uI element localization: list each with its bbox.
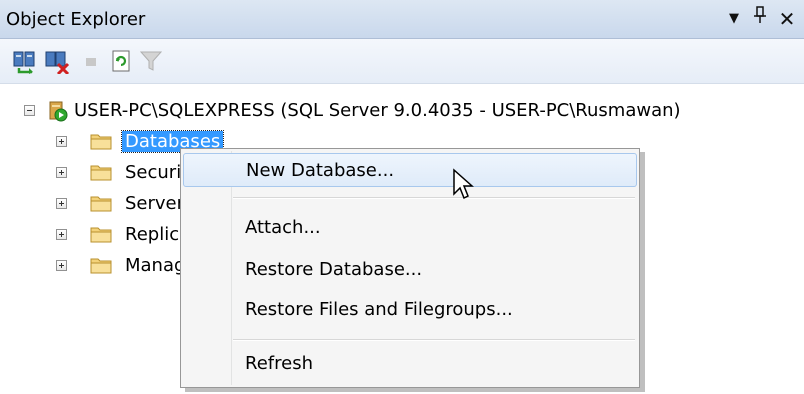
tree-node-replication[interactable]: Replication xyxy=(0,220,225,250)
menu-separator xyxy=(233,339,635,341)
menu-label: Restore Database... xyxy=(245,259,423,280)
menu-item-attach[interactable]: Attach... xyxy=(183,211,637,245)
tree-node-server[interactable]: USER-PC\SQLEXPRESS (SQL Server 9.0.4035 … xyxy=(0,96,804,126)
disconnect-icon[interactable] xyxy=(44,48,70,76)
menu-label: Attach... xyxy=(245,217,321,238)
context-menu: New Database... Attach... Restore Databa… xyxy=(180,148,640,388)
close-icon[interactable]: ✕ xyxy=(775,6,799,32)
server-label: USER-PC\SQLEXPRESS (SQL Server 9.0.4035 … xyxy=(74,100,681,121)
expand-icon[interactable] xyxy=(56,136,67,147)
expand-icon[interactable] xyxy=(56,229,67,240)
menu-label: Refresh xyxy=(245,353,313,374)
menu-label: Restore Files and Filegroups... xyxy=(245,299,513,320)
menu-item-new-database[interactable]: New Database... xyxy=(183,153,637,187)
folder-icon xyxy=(90,225,112,243)
expand-icon[interactable] xyxy=(56,198,67,209)
tree-node-server-objects[interactable]: Server Objects xyxy=(0,189,258,219)
mouse-pointer-icon xyxy=(452,168,476,204)
tree-node-management[interactable]: Management xyxy=(0,251,244,281)
connect-icon[interactable] xyxy=(12,48,38,74)
menu-item-refresh[interactable]: Refresh xyxy=(183,347,637,381)
folder-icon xyxy=(90,194,112,212)
menu-separator xyxy=(233,197,635,199)
folder-icon xyxy=(90,132,112,150)
stop-icon xyxy=(78,48,104,74)
expand-icon[interactable] xyxy=(56,167,67,178)
folder-icon xyxy=(90,256,112,274)
refresh-icon[interactable] xyxy=(108,48,134,74)
sql-server-icon xyxy=(47,100,69,122)
folder-icon xyxy=(90,163,112,181)
object-explorer-toolbar xyxy=(0,39,804,84)
tree-node-security[interactable]: Security xyxy=(0,158,199,188)
object-explorer-panel: Object Explorer ▼ ✕ USER-PC\SQLEXPRESS (… xyxy=(0,0,804,394)
filter-icon xyxy=(138,48,164,74)
collapse-icon[interactable] xyxy=(24,105,35,116)
menu-label: New Database... xyxy=(246,160,395,181)
panel-title: Object Explorer xyxy=(6,9,146,30)
auto-hide-pin-icon[interactable] xyxy=(748,6,772,32)
window-position-dropdown-icon[interactable]: ▼ xyxy=(722,6,746,32)
panel-title-bar: Object Explorer ▼ ✕ xyxy=(0,0,804,39)
menu-item-restore-files-and-filegroups[interactable]: Restore Files and Filegroups... xyxy=(183,293,637,327)
expand-icon[interactable] xyxy=(56,260,67,271)
menu-item-restore-database[interactable]: Restore Database... xyxy=(183,253,637,287)
